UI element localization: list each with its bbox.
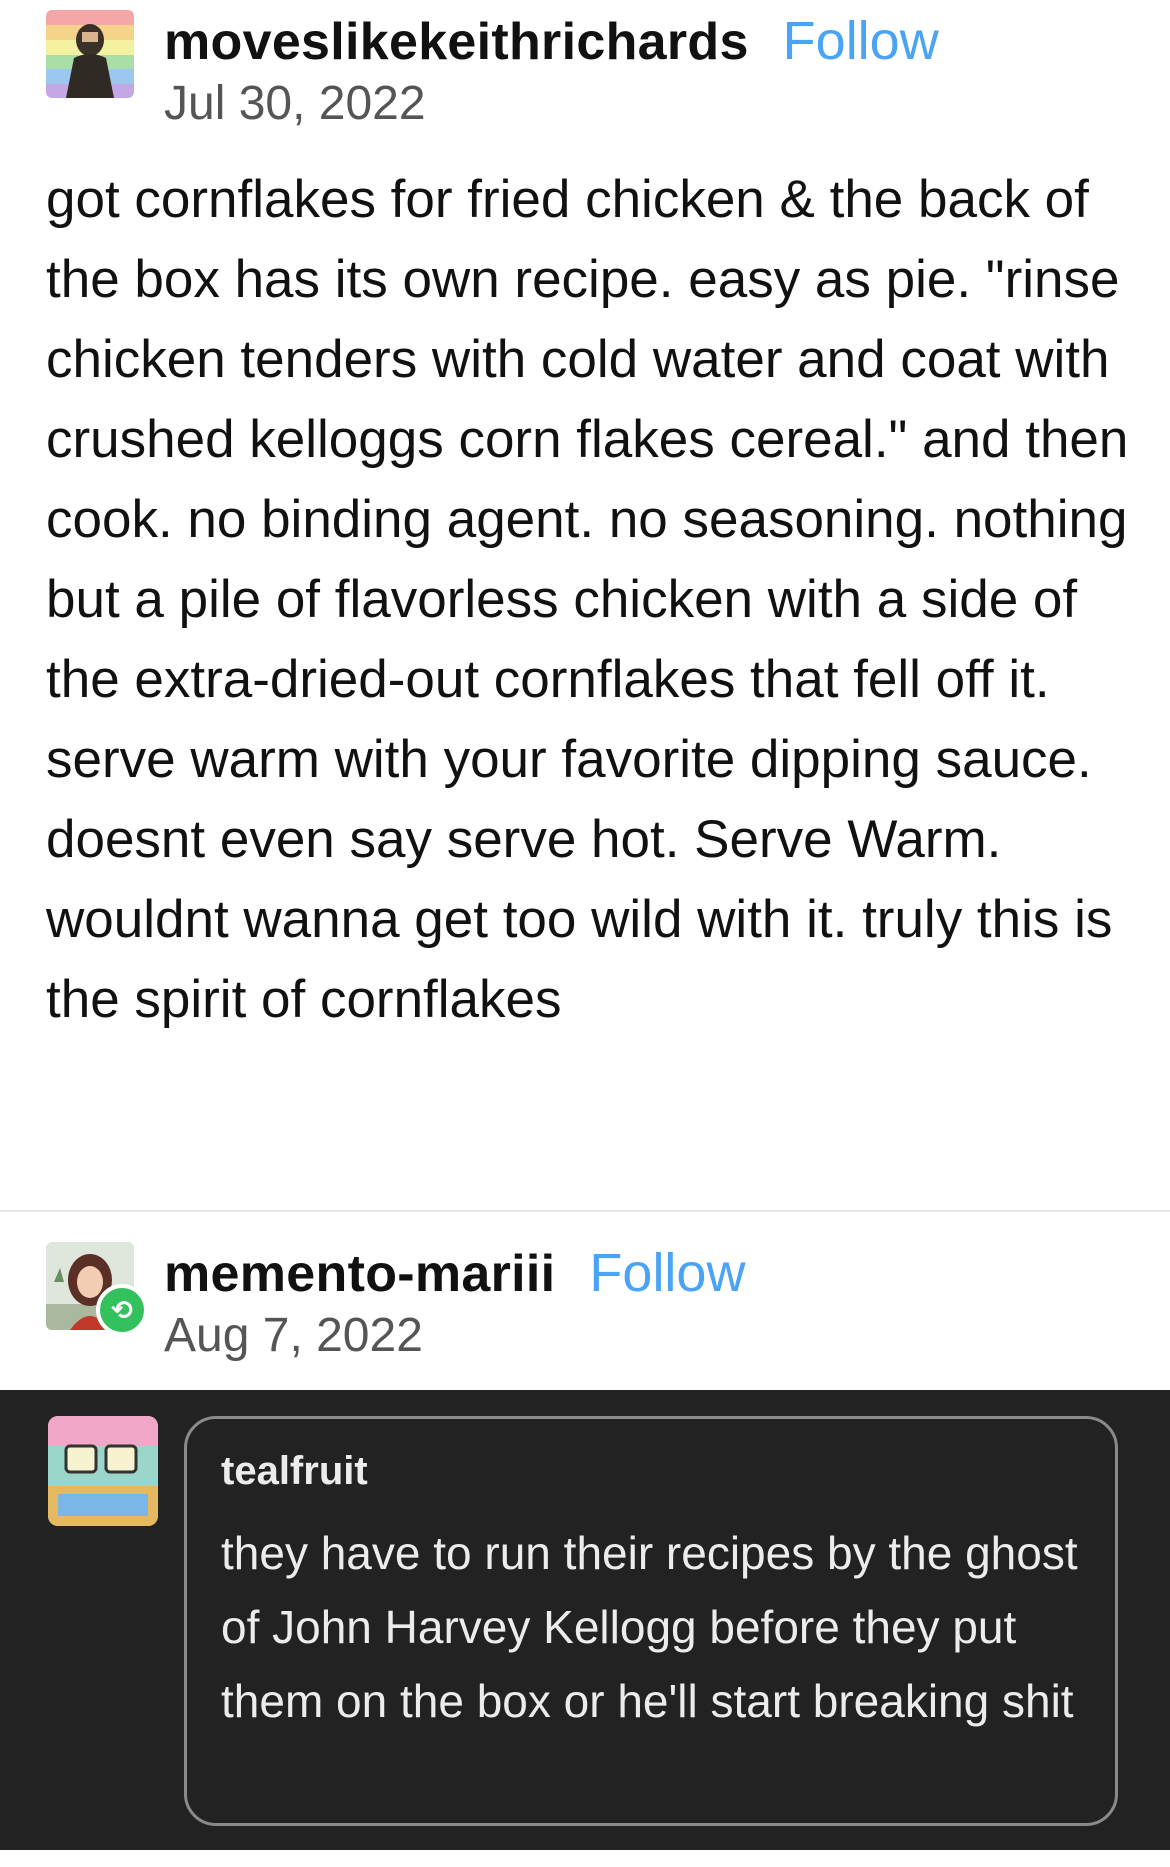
reblog-icon: ⟲ xyxy=(96,1284,148,1336)
username[interactable]: memento-mariii xyxy=(164,1244,555,1304)
original-post: moveslikekeithrichards Follow Jul 30, 20… xyxy=(0,0,1170,1210)
reply-bubble: tealfruit they have to run their recipes… xyxy=(184,1416,1118,1826)
avatar[interactable]: ⟲ xyxy=(46,1242,148,1336)
post-date: Jul 30, 2022 xyxy=(164,77,426,130)
reply-section: tealfruit they have to run their recipes… xyxy=(0,1390,1170,1850)
avatar[interactable] xyxy=(48,1416,158,1526)
reply-username[interactable]: tealfruit xyxy=(221,1449,1081,1494)
reblog-header: ⟲ memento-mariii Follow Aug 7, 2022 xyxy=(46,1242,745,1363)
reply-text: they have to run their recipes by the gh… xyxy=(221,1527,1078,1727)
reblog-post: ⟲ memento-mariii Follow Aug 7, 2022 xyxy=(0,1210,1170,1390)
post-date: Aug 7, 2022 xyxy=(164,1309,423,1362)
follow-button[interactable]: Follow xyxy=(589,1242,745,1304)
username[interactable]: moveslikekeithrichards xyxy=(164,12,749,72)
avatar[interactable] xyxy=(46,10,134,98)
post-body: got cornflakes for fried chicken & the b… xyxy=(46,170,1129,1029)
post-header: moveslikekeithrichards Follow Jul 30, 20… xyxy=(46,10,939,131)
follow-button[interactable]: Follow xyxy=(783,10,939,72)
